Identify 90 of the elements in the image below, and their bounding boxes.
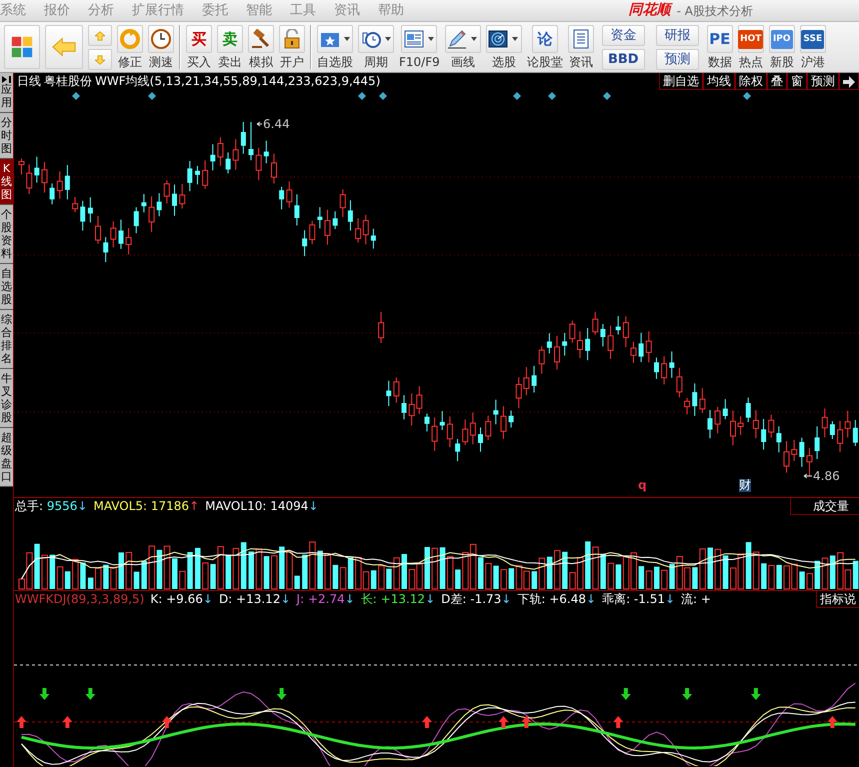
chart-button[interactable]: 窗 (787, 73, 807, 90)
event-tag: 财 (739, 479, 751, 492)
glyph-icon: 买 (192, 32, 206, 46)
leader-line (256, 122, 262, 126)
price-label: 6.44 (263, 118, 290, 130)
arrow-right-icon (843, 76, 855, 88)
clock-icon (151, 29, 171, 49)
side-tab[interactable]: 综合排名 (0, 310, 13, 369)
chart-button[interactable]: 均线 (703, 73, 735, 90)
indicator-readout: D差: -1.73↓ (441, 591, 512, 608)
toolbar-button[interactable]: BBD (602, 49, 645, 70)
indicator-readout: 流: + (681, 591, 711, 608)
side-tab[interactable]: K线图 (0, 159, 13, 205)
period-label: 日线 (17, 73, 41, 90)
glyph-icon: IPO (770, 30, 793, 48)
glyph-icon: HOT (738, 30, 764, 48)
arrow-up-icon (62, 716, 72, 728)
back-button[interactable] (45, 25, 83, 69)
indicator-readout: MAVOL10: 14094↓ (205, 498, 318, 515)
document-icon (572, 29, 589, 49)
caret-icon (342, 36, 350, 42)
padlock-icon (283, 29, 301, 49)
candle-clock-icon (360, 29, 380, 49)
caret-icon (470, 36, 478, 42)
glyph-icon: PE (709, 32, 730, 46)
toolbar-button[interactable]: 研报 (656, 25, 699, 46)
arrow-down-icon (85, 688, 96, 700)
toolbar-button[interactable]: 资金 (602, 25, 645, 46)
arrow-up-icon (613, 716, 624, 728)
leader-line (804, 474, 812, 478)
indicator-readout: 长: +13.12↓ (360, 591, 436, 608)
toolbar-button[interactable]: 预测 (656, 49, 699, 70)
side-tab[interactable]: 个股资料 (0, 205, 13, 264)
window-title: - A股技术分析 (676, 2, 753, 20)
layout-button[interactable] (4, 25, 40, 69)
arrow-up-icon (162, 716, 172, 728)
side-tab[interactable]: 应用 (0, 73, 13, 113)
side-tab[interactable]: 牛叉诊股 (0, 369, 13, 428)
app-logo: 同花顺 (628, 1, 671, 20)
stock-name: 粤桂股份 (44, 73, 92, 90)
glyph-icon: SSE (801, 30, 824, 48)
indicator-readout: K: +9.66↓ (150, 591, 213, 608)
back-arrow-icon (52, 36, 76, 58)
chart-button[interactable]: 删自选 (659, 73, 703, 90)
radar-icon (488, 30, 508, 48)
page-up-button[interactable] (88, 25, 112, 46)
indicator-readout: 乖离: -1.51↓ (602, 591, 676, 608)
glyph-icon: 论 (537, 32, 552, 46)
indicator-name: WWF均线(5,13,21,34,55,89,144,233,623,9,445) (95, 73, 380, 90)
pencil-icon (447, 29, 468, 49)
gavel-icon (251, 29, 271, 49)
arrow-up-icon (422, 716, 432, 728)
arrow-down-icon (39, 688, 50, 700)
arrow-down-icon (750, 688, 761, 700)
play-next-icon (2, 76, 11, 83)
document-icon (404, 30, 424, 48)
indicator-readout: 总手: 9556↓ (15, 498, 88, 515)
arrow-down-icon (95, 54, 105, 66)
glyph-icon: 卖 (222, 32, 238, 46)
chart-button[interactable]: 预测 (807, 73, 839, 90)
refresh-icon (120, 29, 140, 49)
side-tab[interactable]: 自选股 (0, 264, 13, 310)
caret-icon (511, 36, 520, 42)
chart-button[interactable]: 成交量 (790, 498, 859, 515)
indicator-readout: 下轨: +6.48↓ (517, 591, 596, 608)
next-button[interactable] (839, 73, 859, 90)
arrow-up-icon (827, 716, 838, 728)
indicator-readout: J: +2.74↓ (296, 591, 355, 608)
indicator-name: WWFKDJ(89,3,3,89,5) (14, 591, 144, 608)
indicator-readout: D: +13.12↓ (218, 591, 291, 608)
event-mark: q (638, 479, 647, 492)
caret-icon (426, 36, 435, 42)
chart-button[interactable]: 叠 (767, 73, 787, 90)
arrow-up-icon (16, 716, 26, 728)
arrow-down-icon (682, 688, 692, 700)
arrow-up-icon (498, 716, 508, 728)
caret-icon (384, 36, 392, 42)
chart-button[interactable]: 除权 (735, 73, 767, 90)
side-tab[interactable]: 分时图 (0, 113, 13, 159)
arrow-up-icon (95, 30, 105, 42)
toolbar-button[interactable]: 论 论股堂 (526, 25, 563, 69)
indicator-readout: MAVOL5: 17186↑ (93, 498, 200, 515)
chart-button[interactable]: 指标说 (816, 591, 859, 608)
arrow-down-icon (620, 688, 631, 700)
color-grid-icon (11, 34, 33, 60)
arrow-down-icon (276, 688, 287, 700)
arrow-up-icon (521, 716, 532, 728)
page-down-button[interactable] (88, 49, 112, 70)
side-tab[interactable]: 超级盘口 (0, 428, 13, 487)
price-label: 4.86 (813, 470, 840, 482)
